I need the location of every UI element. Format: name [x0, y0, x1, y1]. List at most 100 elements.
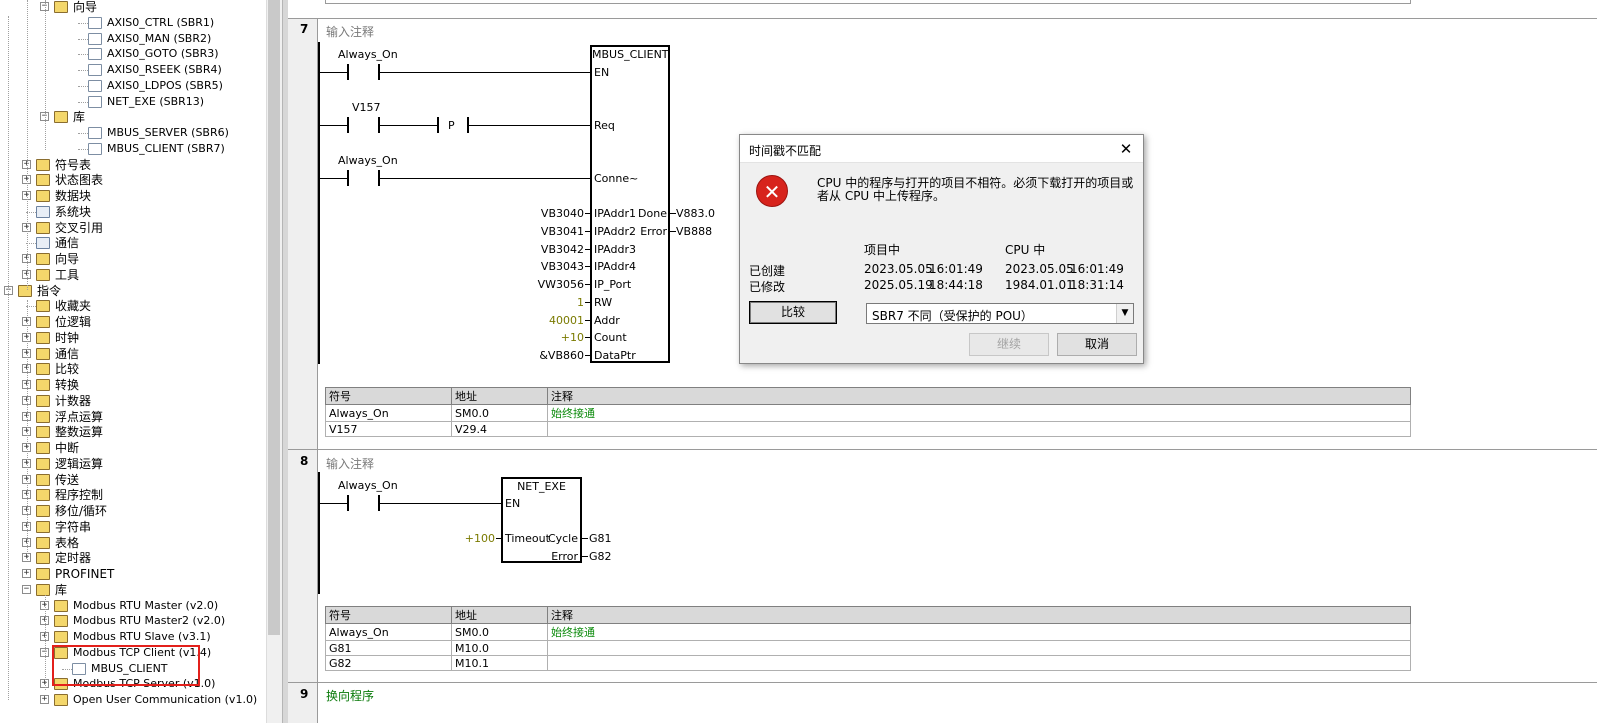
cell-address[interactable]: SM0.0	[451, 404, 548, 422]
tree-item[interactable]: + 比较	[0, 361, 266, 377]
tree-item[interactable]: + 工具	[0, 267, 266, 283]
tree-item[interactable]: + 通信	[0, 346, 266, 362]
tree-item[interactable]: AXIS0_MAN (SBR2)	[0, 31, 266, 47]
network-7-comment[interactable]: 输入注释	[326, 23, 374, 40]
tree-item[interactable]: AXIS0_CTRL (SBR1)	[0, 15, 266, 31]
contact-left-bar[interactable]	[347, 495, 349, 511]
tree-item[interactable]: + 浮点运算	[0, 409, 266, 425]
table-row[interactable]: G81 M10.0	[325, 640, 1411, 656]
table-row[interactable]: V157 V29.4	[325, 421, 1411, 437]
network-8-number[interactable]: 8	[300, 454, 308, 468]
operand-ipport[interactable]: VW3056	[520, 278, 584, 291]
chevron-down-icon[interactable]: ▼	[1116, 304, 1133, 323]
tree-item[interactable]: 系统块	[0, 204, 266, 220]
pou-select[interactable]: SBR7 不同（受保护的 POU） ▼	[866, 303, 1134, 324]
tree-item[interactable]: + 传送	[0, 472, 266, 488]
tree-item[interactable]: AXIS0_RSEEK (SBR4)	[0, 62, 266, 78]
tree-item[interactable]: + 程序控制	[0, 487, 266, 503]
network-7-number[interactable]: 7	[300, 22, 308, 36]
tree-item[interactable]: + PROFINET	[0, 566, 266, 582]
tree-item[interactable]: + 整数运算	[0, 424, 266, 440]
tree-item[interactable]: + 向导	[0, 251, 266, 267]
expand-icon[interactable]: +	[40, 695, 49, 704]
tree-item[interactable]: MBUS_SERVER (SBR6)	[0, 125, 266, 141]
cell-address[interactable]: M10.0	[451, 640, 548, 656]
expand-icon[interactable]: +	[22, 569, 31, 578]
table-row[interactable]: Always_On SM0.0 始终接通	[325, 623, 1411, 641]
contact-always-on-label[interactable]: Always_On	[338, 48, 398, 61]
cell-symbol[interactable]: G81	[325, 640, 452, 656]
tree-item[interactable]: − 库	[0, 109, 266, 125]
operand-rw[interactable]: 1	[520, 296, 584, 309]
tree-item[interactable]: + Open User Communication (v1.0)	[0, 692, 266, 708]
tree-item[interactable]: AXIS0_GOTO (SBR3)	[0, 46, 266, 62]
operand-ipaddr4[interactable]: VB3043	[520, 260, 584, 273]
tree-item[interactable]: − 向导	[0, 0, 266, 15]
operand-count[interactable]: +10	[520, 331, 584, 344]
tree-item[interactable]: + Modbus RTU Slave (v3.1)	[0, 629, 266, 645]
operand-ipaddr3[interactable]: VB3042	[520, 243, 584, 256]
cell-symbol[interactable]: V157	[325, 421, 452, 437]
tree-item[interactable]: AXIS0_LDPOS (SBR5)	[0, 78, 266, 94]
contact-always-on-label[interactable]: Always_On	[338, 154, 398, 167]
tree-item[interactable]: + 数据块	[0, 188, 266, 204]
compare-button[interactable]: 比较	[749, 301, 837, 324]
tree-item[interactable]: MBUS_CLIENT (SBR7)	[0, 141, 266, 157]
tree-item[interactable]: + 状态图表	[0, 172, 266, 188]
tree-item[interactable]: + 交叉引用	[0, 220, 266, 236]
tree-item[interactable]: + 位逻辑	[0, 314, 266, 330]
contact-v157-label[interactable]: V157	[352, 101, 381, 114]
cell-comment[interactable]: 始终接通	[547, 623, 1411, 641]
operand-dataptr[interactable]: &VB860	[520, 349, 584, 362]
tree-item[interactable]: − 库	[0, 582, 266, 598]
cell-comment[interactable]	[547, 421, 1411, 437]
cell-symbol[interactable]: G82	[325, 655, 452, 671]
tree-item[interactable]: + 时钟	[0, 330, 266, 346]
tree-item[interactable]: 通信	[0, 235, 266, 251]
cell-address[interactable]: SM0.0	[451, 623, 548, 641]
tree-item[interactable]: NET_EXE (SBR13)	[0, 94, 266, 110]
continue-button[interactable]: 继续	[969, 333, 1049, 356]
tree-item[interactable]: + Modbus RTU Master2 (v2.0)	[0, 613, 266, 629]
tree-item[interactable]: + Modbus RTU Master (v2.0)	[0, 598, 266, 614]
tree-item[interactable]: + 转换	[0, 377, 266, 393]
cell-comment[interactable]	[547, 640, 1411, 656]
tree-item[interactable]: + 移位/循环	[0, 503, 266, 519]
collapse-icon[interactable]: −	[22, 585, 31, 594]
contact-left-bar[interactable]	[347, 117, 349, 133]
tree-item[interactable]: + 符号表	[0, 157, 266, 173]
table-row[interactable]: G82 M10.1	[325, 655, 1411, 671]
cell-symbol[interactable]: Always_On	[325, 404, 452, 422]
operand-timeout[interactable]: +100	[440, 532, 495, 545]
cell-address[interactable]: M10.1	[451, 655, 548, 671]
tree-item[interactable]: + 逻辑运算	[0, 456, 266, 472]
contact-left-bar[interactable]	[347, 64, 349, 80]
tree-item[interactable]: + 字符串	[0, 519, 266, 535]
tree-item[interactable]: + 计数器	[0, 393, 266, 409]
cell-symbol[interactable]: Always_On	[325, 623, 452, 641]
tree-item[interactable]: − 指令	[0, 283, 266, 299]
operand-ipaddr2[interactable]: VB3041	[520, 225, 584, 238]
operand-error[interactable]: VB888	[676, 225, 712, 238]
table-row[interactable]: Always_On SM0.0 始终接通	[325, 404, 1411, 422]
operand-done[interactable]: V883.0	[676, 207, 715, 220]
tree-scrollbar-thumb[interactable]	[268, 0, 280, 635]
contact-left-bar[interactable]	[347, 170, 349, 186]
operand-error[interactable]: G82	[589, 550, 612, 563]
cell-comment[interactable]	[547, 655, 1411, 671]
cell-address[interactable]: V29.4	[451, 421, 548, 437]
p-contact-left-bar[interactable]	[437, 117, 439, 133]
cell-comment[interactable]: 始终接通	[547, 404, 1411, 422]
network-8-comment[interactable]: 输入注释	[326, 455, 374, 472]
contact-always-on-label[interactable]: Always_On	[338, 479, 398, 492]
p-contact-label[interactable]: P	[448, 119, 455, 132]
tree-item[interactable]: 收藏夹	[0, 298, 266, 314]
network-9-title[interactable]: 换向程序	[326, 687, 374, 704]
tree-item[interactable]: + 表格	[0, 535, 266, 551]
operand-cycle[interactable]: G81	[589, 532, 612, 545]
operand-ipaddr1[interactable]: VB3040	[520, 207, 584, 220]
close-icon[interactable]: ✕	[1115, 138, 1137, 160]
cancel-button[interactable]: 取消	[1057, 333, 1137, 356]
operand-addr[interactable]: 40001	[520, 314, 584, 327]
network-9-number[interactable]: 9	[300, 687, 308, 701]
